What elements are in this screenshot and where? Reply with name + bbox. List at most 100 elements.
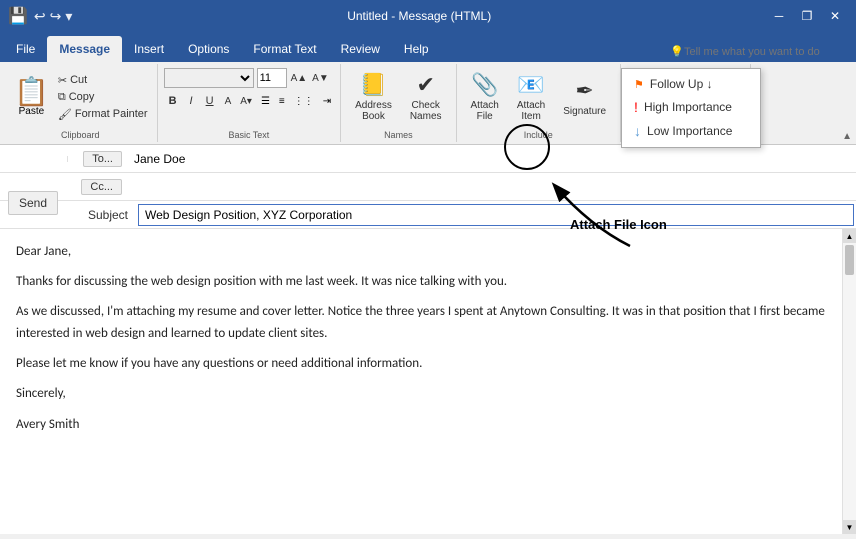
body-line3: As we discussed, I'm attaching my resume… <box>16 301 826 345</box>
bold-button[interactable]: B <box>164 93 182 109</box>
check-names-icon: ✔ <box>416 72 434 98</box>
clipboard-actions: ✂ Cut ⧉ Copy 🖌 Format Painter <box>55 73 151 122</box>
tab-file[interactable]: File <box>4 36 47 62</box>
restore-button[interactable]: ❐ <box>794 3 820 29</box>
indent-button[interactable]: ⇥ <box>320 95 334 108</box>
title-bar-left: 💾 ↩ ↪ ▾ <box>8 6 72 26</box>
save-icon[interactable]: 💾 <box>8 6 28 26</box>
tab-format-text[interactable]: Format Text <box>241 36 328 62</box>
format-painter-button[interactable]: 🖌 Format Painter <box>55 107 151 122</box>
font-row-1: A▲ A▼ <box>164 68 335 88</box>
undo-icon[interactable]: ↩ <box>34 8 46 25</box>
font-name-select[interactable] <box>164 68 254 88</box>
copy-icon: ⧉ <box>58 91 66 104</box>
attach-file-icon: 📎 <box>471 72 498 98</box>
email-body[interactable]: Dear Jane, Thanks for discussing the web… <box>0 229 842 534</box>
cc-label-area: Cc... <box>68 177 128 197</box>
subject-input[interactable] <box>138 204 854 226</box>
basic-text-label: Basic Text <box>158 130 341 140</box>
message-area: To... Send Cc... Subject Dear Jane, Than… <box>0 145 856 534</box>
cut-icon: ✂ <box>58 74 67 87</box>
include-content: 📎 AttachFile 📧 AttachItem ✒ Signature <box>463 68 615 126</box>
cut-button[interactable]: ✂ Cut <box>55 73 151 88</box>
scroll-track <box>843 243 856 520</box>
basic-text-content: A▲ A▼ B I U A A▾ ☰ ≡ ⋮⋮ ⇥ <box>164 68 335 126</box>
font-size-decrease[interactable]: A▼ <box>311 72 330 85</box>
check-names-button[interactable]: ✔ CheckNames <box>402 68 450 126</box>
quick-access-more[interactable]: ▾ <box>65 8 72 25</box>
attach-file-label: AttachFile <box>471 100 499 122</box>
tab-options[interactable]: Options <box>176 36 241 62</box>
scroll-thumb[interactable] <box>845 245 854 275</box>
format-painter-icon: 🖌 <box>58 108 72 121</box>
high-importance-label: High Importance <box>644 100 732 114</box>
align-button[interactable]: ⋮⋮ <box>291 95 317 108</box>
names-label: Names <box>341 130 455 140</box>
low-importance-label: Low Importance <box>647 124 732 138</box>
low-importance-item[interactable]: ↓ Low Importance <box>622 119 760 143</box>
clipboard-label: Clipboard <box>4 130 157 140</box>
clipboard-group: 📋 Paste ✂ Cut ⧉ Copy 🖌 Format Painter Cl… <box>4 64 158 142</box>
ribbon-expand-button[interactable]: ▲ <box>842 131 852 142</box>
font-size-input[interactable] <box>257 68 287 88</box>
to-button[interactable]: To... <box>83 151 122 167</box>
ribbon-tabs: File Message Insert Options Format Text … <box>0 32 856 62</box>
tab-review[interactable]: Review <box>329 36 392 62</box>
scroll-down-button[interactable]: ▼ <box>843 520 856 534</box>
low-importance-icon: ↓ <box>634 123 641 139</box>
minimize-button[interactable]: ─ <box>766 3 792 29</box>
numbering-button[interactable]: ≡ <box>276 95 288 108</box>
check-names-label: CheckNames <box>410 100 442 122</box>
body-line1: Dear Jane, <box>16 241 826 263</box>
address-book-label: AddressBook <box>355 100 392 122</box>
follow-up-item[interactable]: ⚑ Follow Up ↓ <box>622 73 760 95</box>
paste-button[interactable]: 📋 Paste <box>10 76 53 119</box>
underline-button[interactable]: U <box>201 93 219 109</box>
high-importance-icon: ! <box>634 99 638 115</box>
redo-icon[interactable]: ↪ <box>50 8 62 25</box>
close-button[interactable]: ✕ <box>822 3 848 29</box>
tags-group: ⚑ Follow Up ↓ ! High Importance ↓ Low Im… <box>621 64 751 142</box>
to-input[interactable] <box>128 148 856 170</box>
attach-item-button[interactable]: 📧 AttachItem <box>509 68 553 126</box>
tab-help[interactable]: Help <box>392 36 441 62</box>
font-size-increase[interactable]: A▲ <box>290 72 309 85</box>
to-row: To... <box>0 145 856 173</box>
lightbulb-icon: 💡 <box>670 45 684 58</box>
highlight-button[interactable]: A <box>222 95 235 108</box>
bullets-button[interactable]: ☰ <box>258 95 273 108</box>
window-controls: ─ ❐ ✕ <box>766 3 848 29</box>
body-line4: Please let me know if you have any quest… <box>16 353 826 375</box>
send-button[interactable]: Send <box>8 191 58 215</box>
include-label: Include <box>457 130 621 140</box>
cc-input[interactable] <box>128 176 856 198</box>
scroll-up-button[interactable]: ▲ <box>843 229 856 243</box>
attach-item-icon: 📧 <box>517 72 544 98</box>
high-importance-item[interactable]: ! High Importance <box>622 95 760 119</box>
tab-message[interactable]: Message <box>47 36 122 62</box>
scrollbar[interactable]: ▲ ▼ <box>842 229 856 534</box>
font-row-2: B I U A A▾ ☰ ≡ ⋮⋮ ⇥ <box>164 93 335 109</box>
paste-icon: 📋 <box>14 78 49 106</box>
format-painter-label: Format Painter <box>75 108 148 120</box>
signature-button[interactable]: ✒ Signature <box>555 74 614 121</box>
font-color-button[interactable]: A▾ <box>237 95 255 108</box>
to-label-area: To... <box>68 149 128 169</box>
body-line6: Avery Smith <box>16 414 826 436</box>
follow-up-icon: ⚑ <box>634 78 644 91</box>
signature-label: Signature <box>563 106 606 117</box>
copy-button[interactable]: ⧉ Copy <box>55 90 151 105</box>
clipboard-content: 📋 Paste ✂ Cut ⧉ Copy 🖌 Format Painter <box>10 68 151 126</box>
tell-me-input[interactable] <box>684 46 844 58</box>
cc-button[interactable]: Cc... <box>81 179 122 195</box>
paste-label: Paste <box>19 106 45 117</box>
follow-up-label: Follow Up ↓ <box>650 77 713 91</box>
body-area: Dear Jane, Thanks for discussing the web… <box>0 229 856 534</box>
attach-item-label: AttachItem <box>517 100 545 122</box>
address-book-button[interactable]: 📒 AddressBook <box>347 68 400 126</box>
italic-button[interactable]: I <box>185 93 198 109</box>
cut-label: Cut <box>70 74 87 86</box>
title-bar-icons: ↩ ↪ ▾ <box>34 8 73 25</box>
attach-file-button[interactable]: 📎 AttachFile <box>463 68 507 126</box>
tab-insert[interactable]: Insert <box>122 36 176 62</box>
